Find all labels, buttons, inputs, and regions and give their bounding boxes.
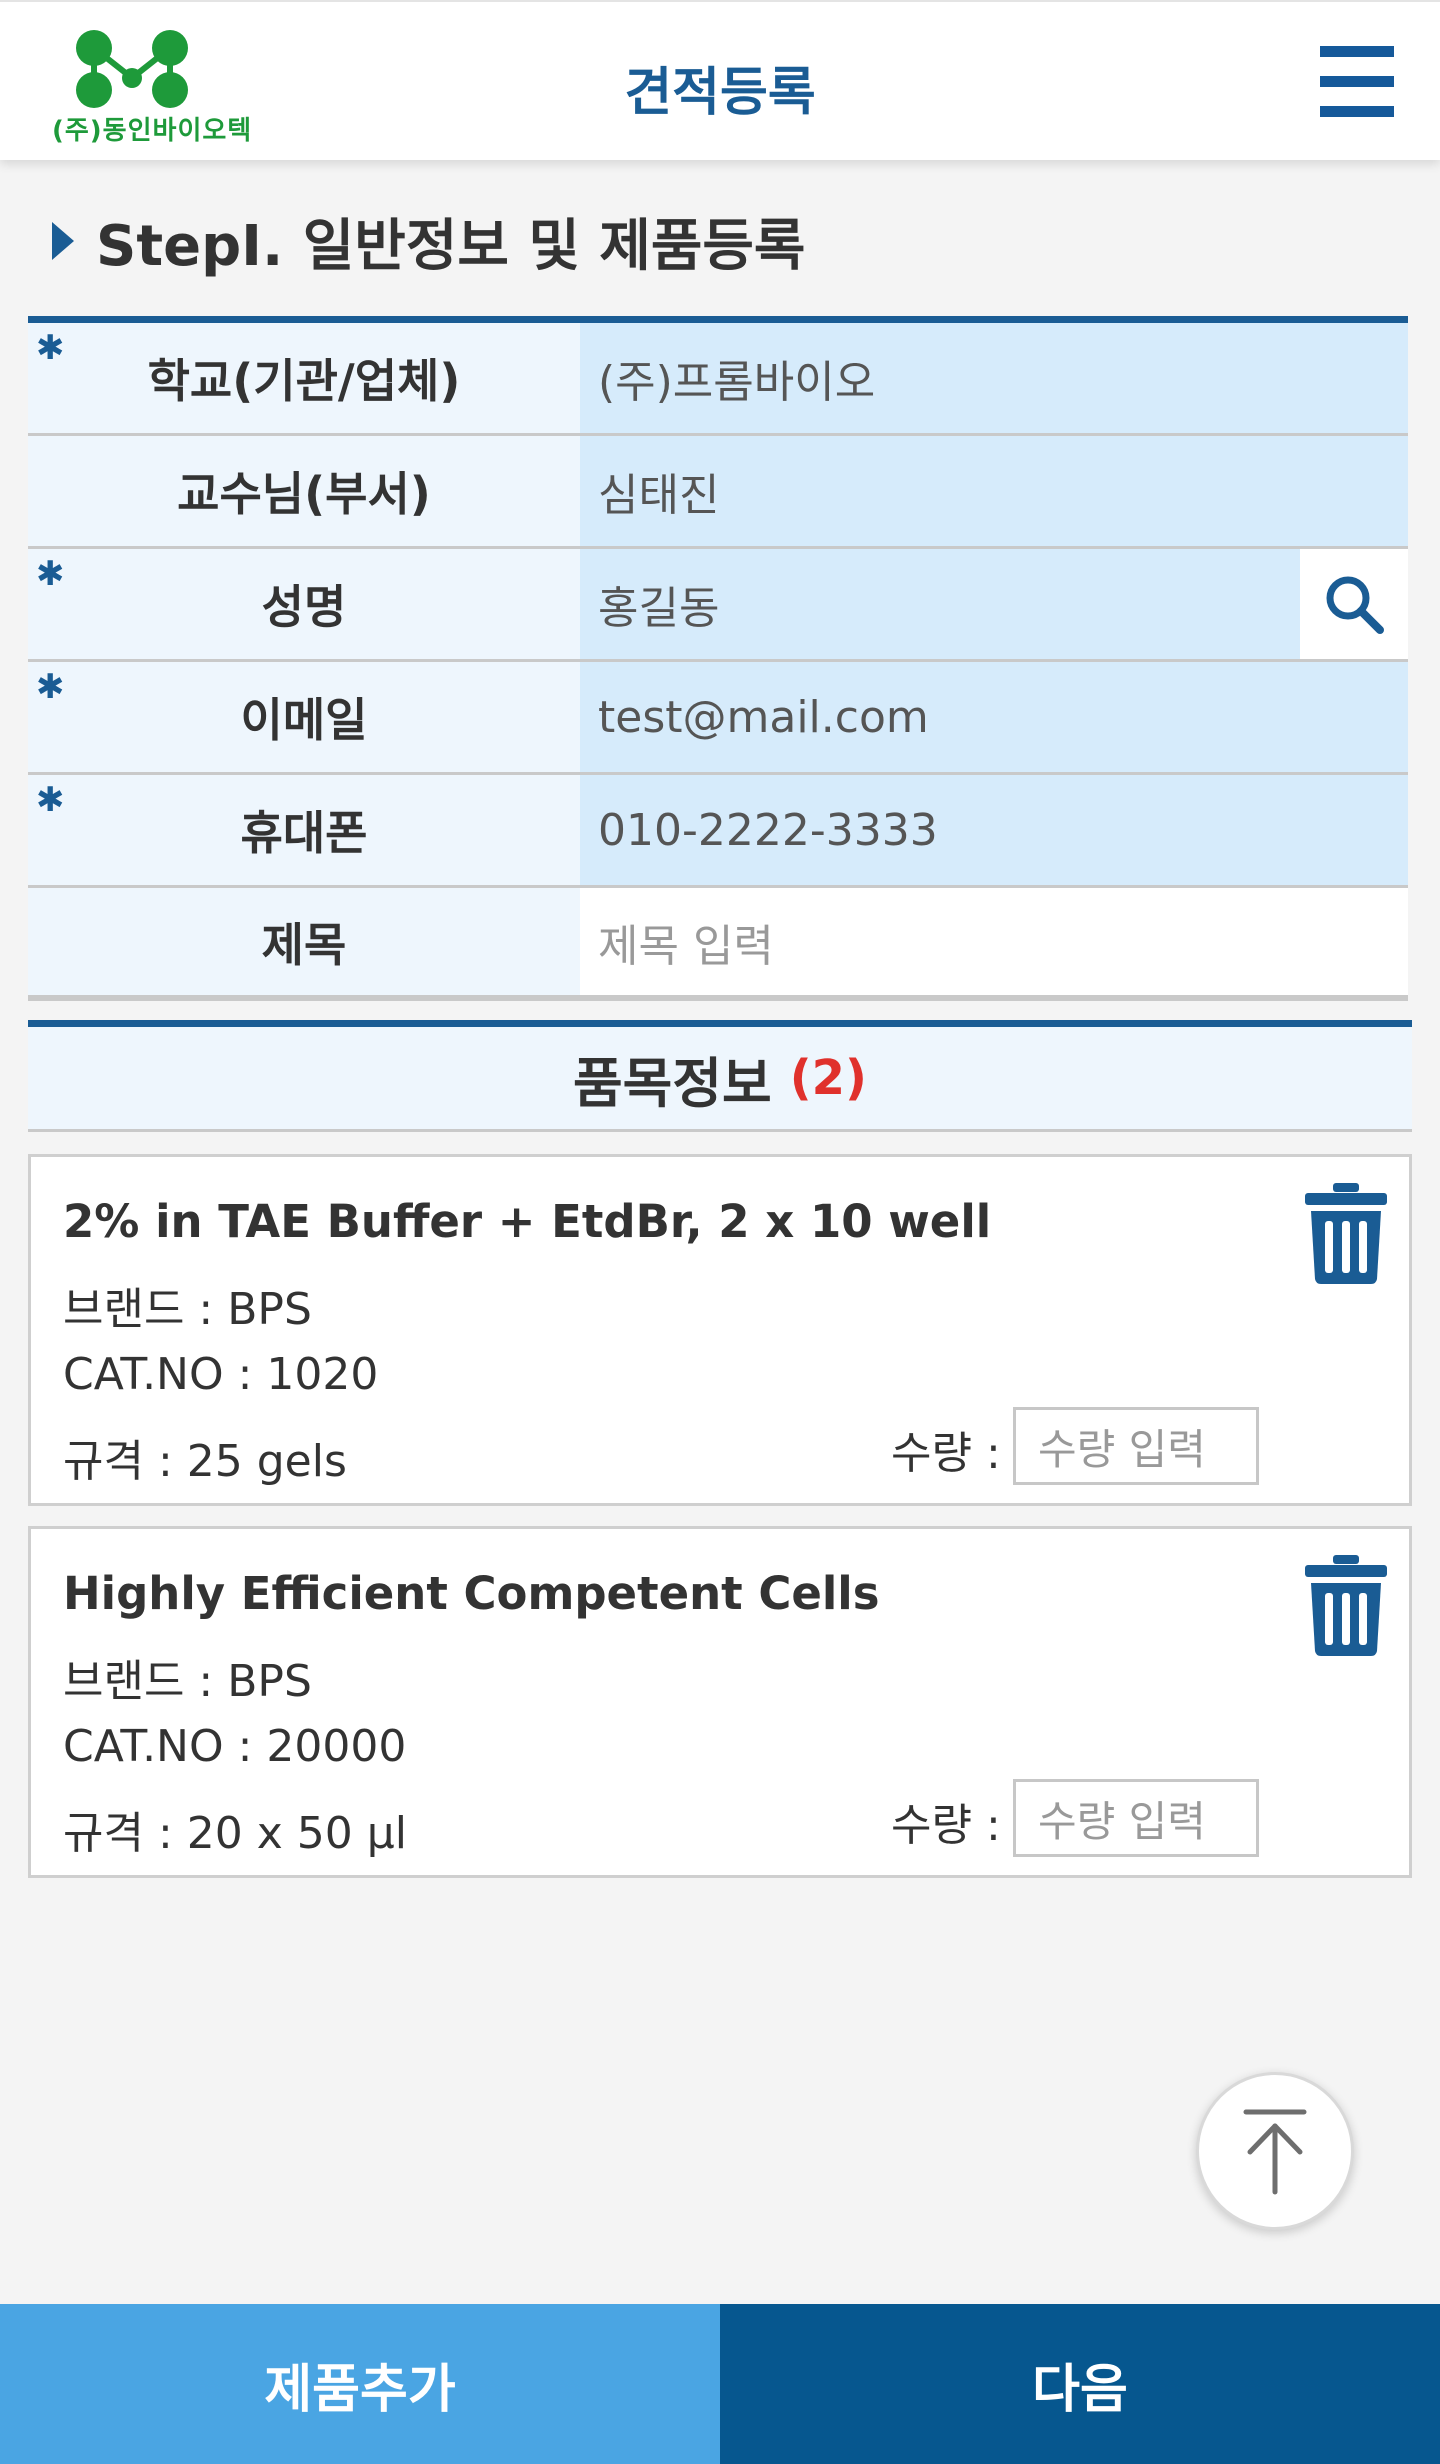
page-title: 견적등록 [624,63,816,123]
asterisk-icon: ✱ [36,554,65,594]
arrow-up-icon [1243,2109,1307,2195]
form-row-name: ✱ 성명 홍길동 [28,549,1408,662]
bottom-action-bar: 제품추가 다음 [0,2304,1440,2464]
product-brand: 브랜드 : BPS [63,1284,312,1335]
phone-label-text: 휴대폰 [240,806,368,860]
step-title-text: StepI. 일반정보 및 제품등록 [96,213,806,279]
name-label-text: 성명 [261,580,347,634]
product-cat-no: CAT.NO : 1020 [63,1349,379,1400]
trash-icon[interactable] [1303,1181,1389,1285]
product-spec: 규격 : 25 gels [63,1436,347,1487]
scroll-top-button[interactable] [1196,2072,1354,2230]
search-button[interactable] [1300,549,1408,659]
subject-label: 제목 [28,888,580,995]
product-card: Highly Efficient Competent Cells 브랜드 : B… [28,1526,1412,1878]
search-icon [1326,576,1384,634]
product-brand: 브랜드 : BPS [63,1656,312,1707]
product-card: 2% in TAE Buffer + EtdBr, 2 x 10 well 브랜… [28,1154,1412,1506]
name-label: ✱ 성명 [28,549,580,659]
step-title: StepI. 일반정보 및 제품등록 [52,206,805,279]
asterisk-icon: ✱ [36,780,65,820]
professor-field[interactable]: 심태진 [580,436,1408,546]
trash-icon[interactable] [1303,1553,1389,1657]
form-row-professor: 교수님(부서) 심태진 [28,436,1408,549]
hamburger-menu-icon[interactable] [1320,46,1394,117]
items-section-header: 품목정보 (2) [28,1020,1412,1132]
school-label: ✱ 학교(기관/업체) [28,323,580,433]
next-button[interactable]: 다음 [720,2304,1440,2464]
email-label: ✱ 이메일 [28,662,580,772]
asterisk-icon: ✱ [36,667,65,707]
quantity-input[interactable]: 수량 입력 [1013,1779,1259,1857]
product-spec: 규격 : 20 x 50 μl [63,1808,407,1859]
subject-input[interactable]: 제목 입력 [580,888,1408,995]
product-cat-no: CAT.NO : 20000 [63,1721,407,1772]
triangle-bullet-icon [52,222,74,260]
form-row-school: ✱ 학교(기관/업체) (주)프롬바이오 [28,323,1408,436]
app-header: (주)동인바이오텍 견적등록 [0,0,1440,160]
professor-label-text: 교수님(부서) [177,467,431,521]
general-info-form: ✱ 학교(기관/업체) (주)프롬바이오 교수님(부서) 심태진 ✱ 성명 홍길… [28,316,1408,1001]
email-field[interactable]: test@mail.com [580,662,1408,772]
name-value: 홍길동 [598,583,720,634]
form-row-phone: ✱ 휴대폰 010-2222-3333 [28,775,1408,888]
form-row-subject: 제목 제목 입력 [28,888,1408,1001]
product-name: 2% in TAE Buffer + EtdBr, 2 x 10 well [63,1195,992,1248]
items-count-badge: (2) [789,1050,867,1106]
email-label-text: 이메일 [240,693,368,747]
name-field[interactable]: 홍길동 [580,549,1408,659]
professor-label: 교수님(부서) [28,436,580,546]
form-row-email: ✱ 이메일 test@mail.com [28,662,1408,775]
quantity-input[interactable]: 수량 입력 [1013,1407,1259,1485]
add-product-button[interactable]: 제품추가 [0,2304,720,2464]
school-label-text: 학교(기관/업체) [147,354,461,408]
phone-label: ✱ 휴대폰 [28,775,580,885]
items-section-title: 품목정보 [572,1051,772,1115]
asterisk-icon: ✱ [36,328,65,368]
school-field[interactable]: (주)프롬바이오 [580,323,1408,433]
quantity-label: 수량 : [891,1800,1001,1851]
quantity-label: 수량 : [891,1428,1001,1479]
phone-field[interactable]: 010-2222-3333 [580,775,1408,885]
product-name: Highly Efficient Competent Cells [63,1567,880,1620]
subject-label-text: 제목 [261,917,347,972]
